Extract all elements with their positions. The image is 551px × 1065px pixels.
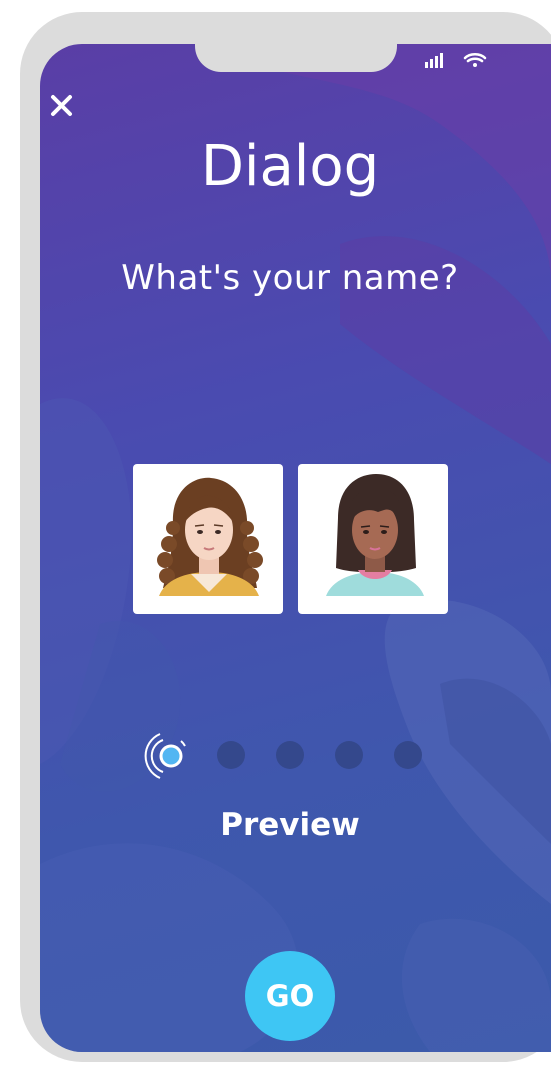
close-button[interactable] [46, 90, 78, 122]
woman-curly-hair-avatar-icon [157, 477, 263, 596]
avatar-option-2[interactable] [298, 464, 448, 614]
preview-label: Preview [220, 807, 360, 843]
step-dot-3 [276, 741, 304, 769]
app-screen: Dialog What's your name? Preview GO [40, 44, 551, 1052]
go-button[interactable]: GO [245, 951, 335, 1041]
signal-icon [425, 53, 443, 68]
woman-bangs-avatar-icon [326, 474, 424, 596]
status-bar-icons [425, 52, 487, 68]
close-icon [51, 95, 72, 116]
wifi-icon [463, 52, 487, 67]
step-dot-4 [335, 741, 363, 769]
current-step-icon [144, 733, 186, 779]
progress-indicator [137, 724, 437, 784]
step-dot-5 [394, 741, 422, 769]
question-text: What's your name? [121, 258, 459, 298]
page-title: Dialog [200, 134, 380, 199]
device-notch [195, 44, 397, 72]
step-dot-2 [217, 741, 245, 769]
avatar-option-1[interactable] [133, 464, 283, 614]
